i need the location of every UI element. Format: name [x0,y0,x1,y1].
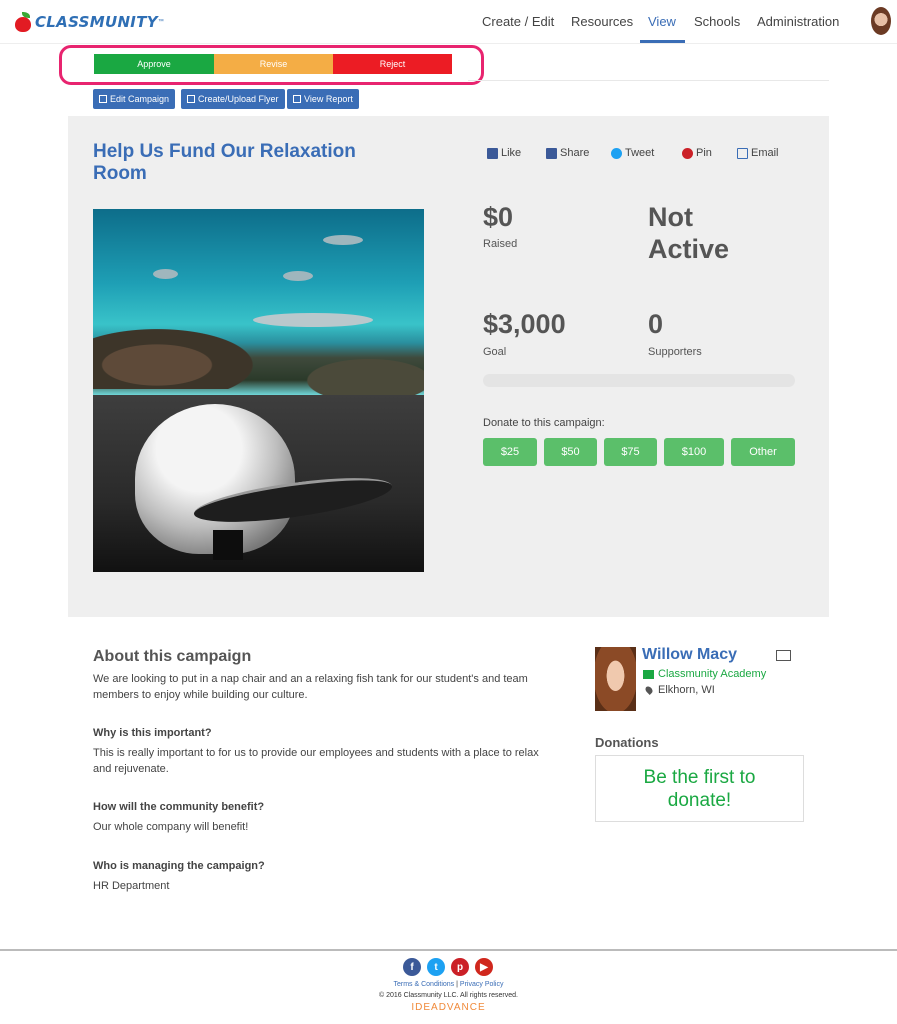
user-avatar[interactable] [871,7,891,35]
supporters-value: 0 [648,309,664,339]
question-benefit: How will the community benefit? [93,801,265,813]
school-label: Classmunity Academy [658,668,767,680]
share-button[interactable]: Share [546,147,589,159]
like-label: Like [501,147,522,159]
edit-icon [99,95,107,103]
facebook-icon [546,147,557,159]
footer-separator: | [456,981,458,988]
footer-links: Terms & Conditions | Privacy Policy [0,981,897,988]
nav-resources[interactable]: Resources [571,14,633,29]
share-label: Share [560,147,590,159]
location-label: Elkhorn, WI [658,684,715,696]
manager-school[interactable]: Classmunity Academy [643,668,766,680]
pin-button[interactable]: Pin [682,147,712,159]
question-why: Why is this important? [93,727,212,739]
apple-icon [14,12,32,32]
supporters-label: Supporters [648,346,702,358]
nav-view[interactable]: View [648,14,676,29]
answer-why: This is really important to for us to pr… [93,747,539,775]
pin-label: Pin [696,147,712,159]
question-manager: Who is managing the campaign? [93,860,265,872]
edit-campaign-button[interactable]: Edit Campaign [93,89,176,109]
view-report-button[interactable]: View Report [287,89,359,109]
edit-campaign-label: Edit Campaign [110,94,170,104]
classmunity-logo[interactable]: CLASSMUNITY ™ [14,8,164,36]
donations-heading: Donations [595,735,659,750]
envelope-icon [737,147,748,159]
goal-label: Goal [483,346,507,358]
goal-value: $3,000 [483,309,566,339]
pinterest-icon [682,147,693,159]
funding-progress-bar [483,374,795,387]
document-icon [187,95,195,103]
divider [468,80,829,81]
reject-button[interactable]: Reject [333,54,452,74]
top-header: CLASSMUNITY ™ Create / Edit Resources Vie… [0,0,897,44]
school-icon [643,669,654,679]
status-value: Not Active [648,202,730,264]
donate-25-button[interactable]: $25 [483,438,537,466]
footer-divider [0,949,897,951]
raised-value: $0 [483,202,514,232]
create-flyer-button[interactable]: Create/Upload Flyer [181,89,285,109]
copyright: © 2016 Classmunity LLC. All rights reser… [379,992,518,999]
terms-link[interactable]: Terms & Conditions [393,981,454,988]
like-button[interactable]: Like [487,147,521,159]
answer-manager: HR Department [93,880,170,892]
envelope-icon[interactable] [776,650,791,661]
twitter-icon [611,147,622,159]
twitter-icon[interactable]: t [427,958,445,976]
facebook-icon [487,147,498,159]
nav-administration[interactable]: Administration [757,14,839,29]
nav-schools[interactable]: Schools [694,14,740,29]
donate-50-button[interactable]: $50 [544,438,597,466]
logo-trademark: ™ [157,19,164,25]
tweet-button[interactable]: Tweet [611,147,654,159]
raised-label: Raised [483,238,518,250]
answer-benefit: Our whole company will benefit! [93,821,249,833]
manager-name[interactable]: Willow Macy [642,646,737,664]
donations-empty-message: Be the first to donate! [595,755,804,822]
youtube-icon[interactable]: ▶ [475,958,493,976]
view-report-label: View Report [304,94,353,104]
about-intro: We are looking to put in a nap chair and… [93,673,528,701]
nap-chair-image [93,395,424,572]
manager-photo [595,647,636,711]
revise-button[interactable]: Revise [214,54,333,74]
manager-location: Elkhorn, WI [644,684,715,696]
nav-create-edit[interactable]: Create / Edit [482,14,554,29]
logo-text: CLASSMUNITY [35,13,158,31]
donate-100-button[interactable]: $100 [664,438,724,466]
email-label: Email [751,147,779,159]
campaign-title: Help Us Fund Our Relaxation Room [93,141,356,184]
tweet-label: Tweet [625,147,655,159]
email-button[interactable]: Email [737,147,779,159]
approve-button[interactable]: Approve [94,54,214,74]
pinterest-icon[interactable]: p [451,958,469,976]
donate-other-button[interactable]: Other [731,438,795,466]
ideadvance-logo[interactable]: IDEADVANCE [0,1002,897,1013]
about-heading: About this campaign [93,648,252,665]
map-pin-icon [644,685,654,695]
privacy-link[interactable]: Privacy Policy [460,981,504,988]
facebook-icon[interactable]: f [403,958,421,976]
report-icon [293,95,301,103]
fish-tank-image [93,209,424,395]
donate-75-button[interactable]: $75 [604,438,657,466]
create-flyer-label: Create/Upload Flyer [198,94,279,104]
donate-label: Donate to this campaign: [483,417,605,429]
nav-active-indicator [640,40,685,43]
